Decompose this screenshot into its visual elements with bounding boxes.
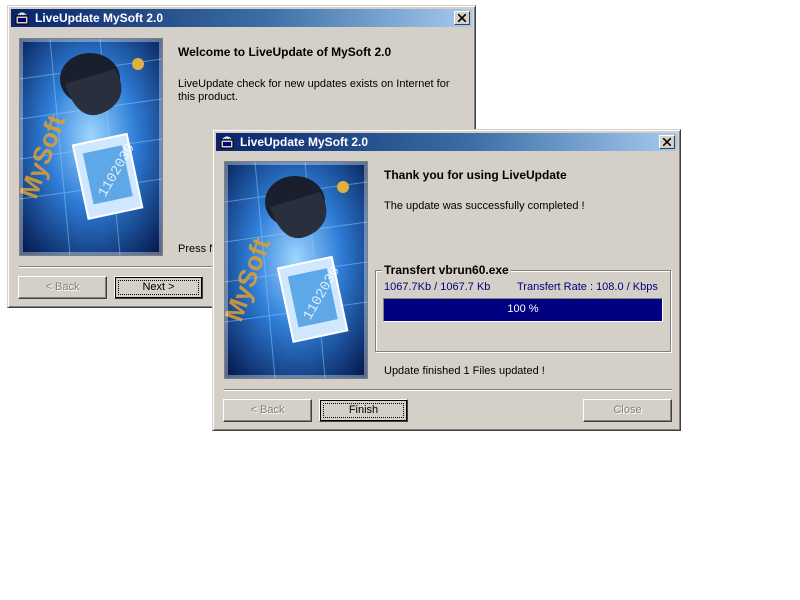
back-window-close-button[interactable] [454,11,470,25]
update-status-text: Update finished 1 Files updated ! [384,365,545,377]
back-window-back-button[interactable]: < Back [18,276,107,299]
transfer-group-label: Transfert vbrun60.exe [382,263,511,277]
transfer-groupbox: Transfert vbrun60.exe 1067.7Kb / 1067.7 … [375,263,671,352]
front-window-message: The update was successfully completed ! [384,200,585,212]
splash-artwork: MySoft 1102030 [20,39,162,255]
close-icon [663,138,671,146]
liveupdate-app-icon [15,12,29,25]
close-button[interactable]: Close [583,399,672,422]
front-window-back-button[interactable]: < Back [223,399,312,422]
transfer-rate: Transfert Rate : 108.0 / Kbps [517,281,658,293]
transfer-progress-label: 100 % [507,303,539,315]
front-window-separator [224,389,672,391]
front-window: LiveUpdate MySoft 2.0 MySoft 1102030 Tha… [212,129,681,431]
front-window-titlebar[interactable]: LiveUpdate MySoft 2.0 [216,133,677,151]
back-window-splash-image: MySoft 1102030 [19,38,163,256]
front-window-title: LiveUpdate MySoft 2.0 [240,135,369,149]
back-window-body-text: LiveUpdate check for new updates exists … [178,78,450,103]
transfer-progress-bar: 100 % [383,298,663,322]
front-window-close-button[interactable] [659,135,675,149]
back-window-separator [19,266,213,268]
front-window-heading: Thank you for using LiveUpdate [384,168,567,182]
front-window-splash-image: MySoft 1102030 [224,161,368,379]
back-window-next-button[interactable]: Next > [114,276,203,299]
finish-button[interactable]: Finish [319,399,408,422]
back-window-titlebar[interactable]: LiveUpdate MySoft 2.0 [11,9,472,27]
back-window-title: LiveUpdate MySoft 2.0 [35,11,164,25]
splash-artwork: MySoft 1102030 [225,162,367,378]
liveupdate-app-icon [220,136,234,149]
back-window-heading: Welcome to LiveUpdate of MySoft 2.0 [178,45,392,59]
transfer-size: 1067.7Kb / 1067.7 Kb [384,281,491,293]
close-icon [458,14,466,22]
